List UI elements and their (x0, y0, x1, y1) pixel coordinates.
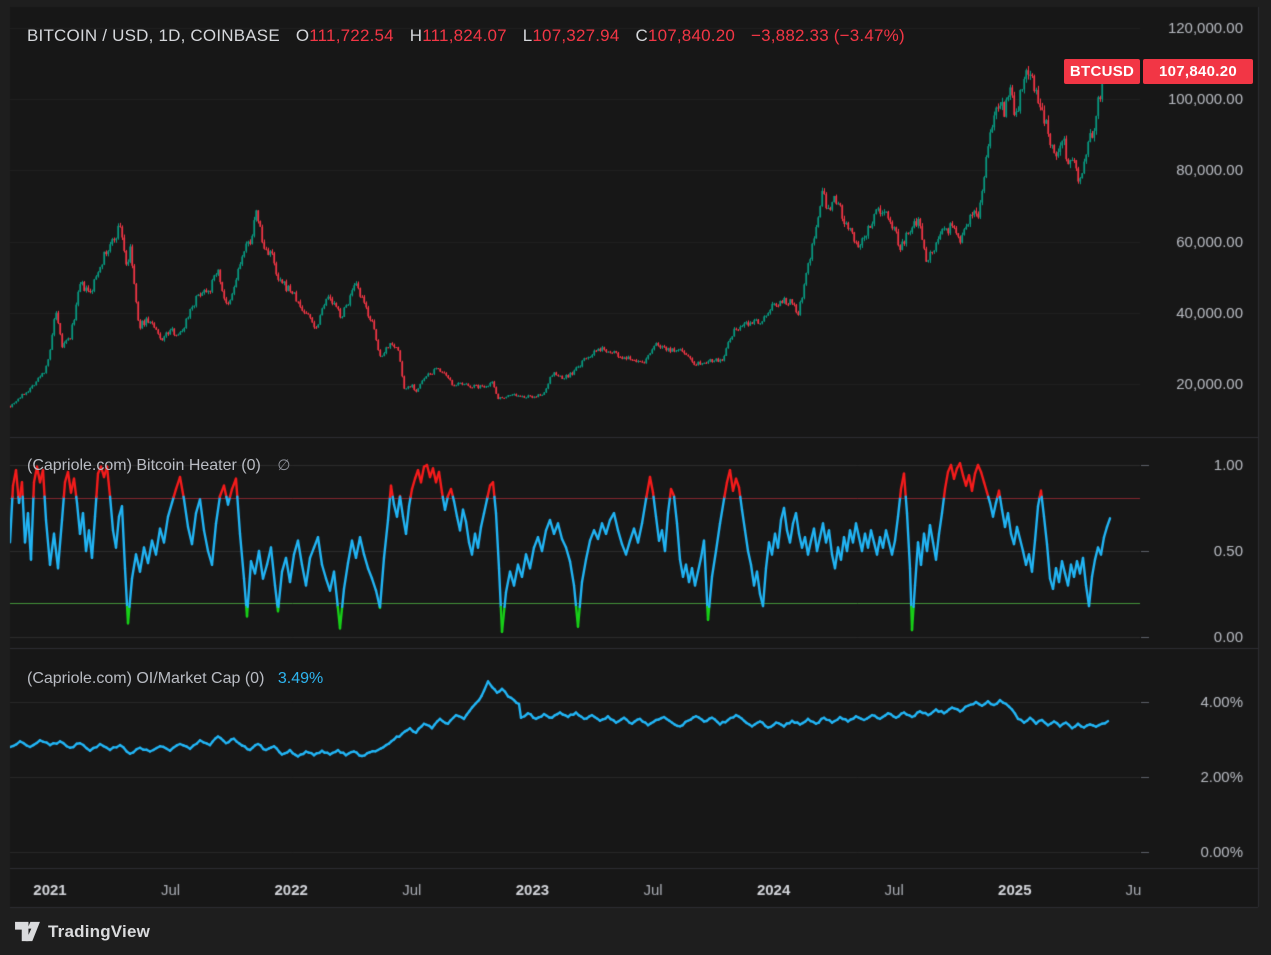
tradingview-logo[interactable]: TradingView (14, 920, 150, 943)
ohlc-high: H111,824.07 (410, 26, 507, 45)
last-price-badge: 107,840.20 (1143, 59, 1253, 84)
close-label: C (635, 26, 647, 45)
high-label: H (410, 26, 422, 45)
symbol-badge-label: BTCUSD (1070, 63, 1134, 80)
heater-indicator-legend[interactable]: (Capriole.com) Bitcoin Heater (0) ∅ (27, 456, 290, 475)
symbol-badge: BTCUSD (1064, 59, 1140, 84)
ohlc-low: L107,327.94 (523, 26, 620, 45)
tradingview-brand-text: TradingView (48, 922, 150, 942)
symbol-legend: BITCOIN / USD, 1D, COINBASE O111,722.54 … (27, 26, 905, 46)
oi-indicator-value: 3.49% (278, 670, 323, 687)
low-value: 107,327.94 (532, 26, 619, 45)
open-label: O (296, 26, 309, 45)
close-value: 107,840.20 (648, 26, 735, 45)
ohlc-close: C107,840.20 (635, 26, 735, 45)
high-value: 111,824.07 (422, 26, 507, 45)
open-value: 111,722.54 (309, 26, 394, 45)
heater-empty-value: ∅ (277, 457, 290, 474)
oi-indicator-title[interactable]: (Capriole.com) OI/Market Cap (0) (27, 670, 264, 687)
heater-indicator-title[interactable]: (Capriole.com) Bitcoin Heater (0) (27, 457, 261, 474)
tradingview-logo-icon (14, 920, 41, 943)
page: { "header": { "symbol": "BITCOIN / USD, … (0, 0, 1271, 955)
chart-canvas[interactable] (0, 0, 1271, 955)
oi-indicator-legend[interactable]: (Capriole.com) OI/Market Cap (0) 3.49% (27, 670, 323, 688)
low-label: L (523, 26, 533, 45)
ohlc-open: O111,722.54 (296, 26, 394, 45)
change-value: −3,882.33 (−3.47%) (751, 26, 905, 45)
last-price-label: 107,840.20 (1159, 63, 1237, 80)
symbol-title[interactable]: BITCOIN / USD, 1D, COINBASE (27, 26, 280, 45)
